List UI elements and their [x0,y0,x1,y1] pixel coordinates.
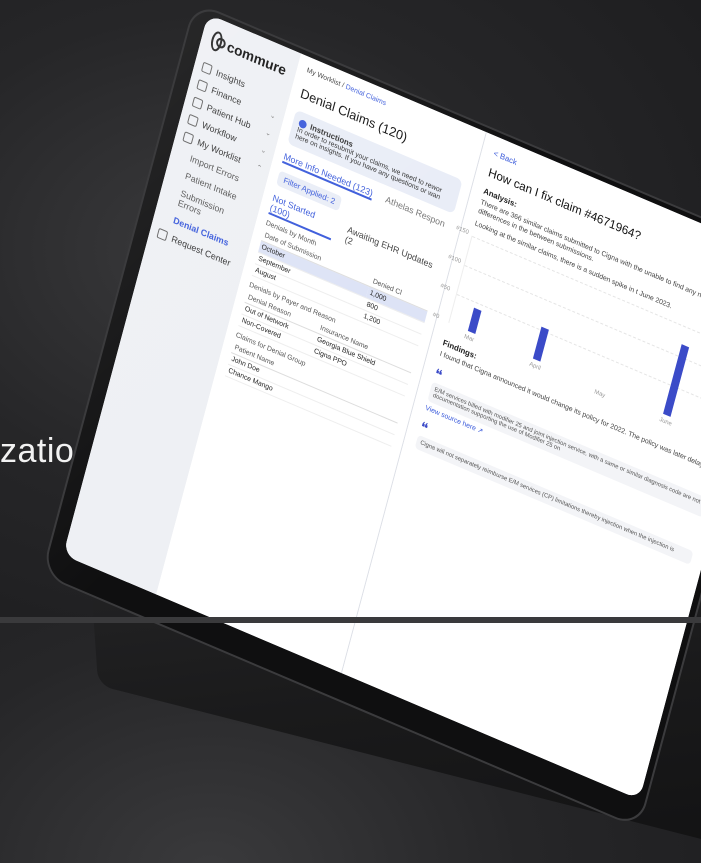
request-center-icon [156,227,169,242]
x-tick-label: Mar [463,334,475,345]
x-tick-label: June [658,417,673,429]
workflow-icon [186,113,199,128]
insights-icon [200,61,213,76]
breadcrumb-root[interactable]: My Worklist / [306,67,345,90]
chart-bar [467,307,482,335]
x-tick-label: April [528,361,542,373]
chevron-down-icon: ⌄ [269,111,277,121]
chevron-down-icon: ⌄ [264,129,272,139]
chart-bar [532,326,549,362]
breadcrumb-current[interactable]: Denial Claims [345,84,387,108]
logo-mark-icon [209,29,225,54]
bottom-edge [0,617,701,623]
chevron-up-icon: ⌃ [255,163,263,173]
chevron-down-icon: ⌄ [259,146,268,156]
finance-icon [196,78,209,93]
x-tick-label: May [593,389,606,400]
patient-hub-icon [191,96,204,110]
clock-icon [182,131,195,145]
